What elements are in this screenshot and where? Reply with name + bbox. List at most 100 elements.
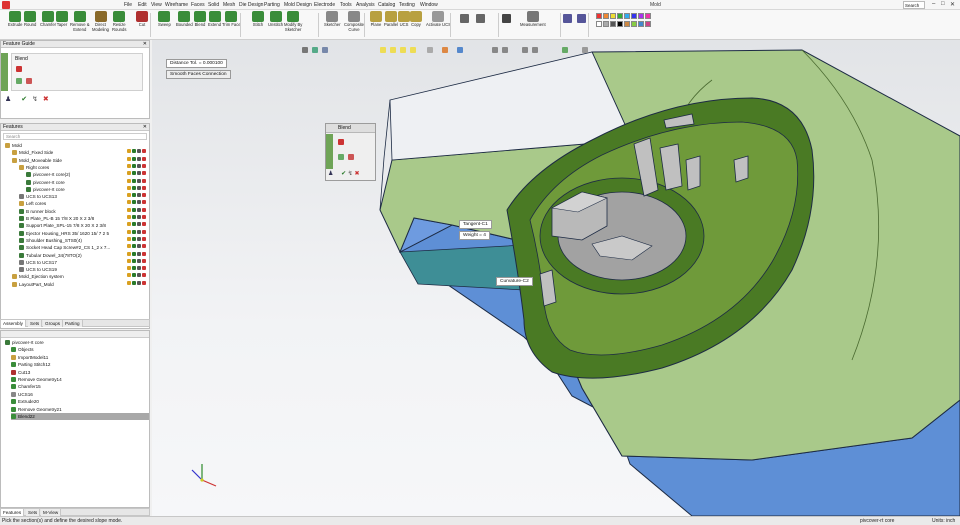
history-item[interactable]: ImportModel11 xyxy=(11,354,149,361)
menu-faces[interactable]: Faces xyxy=(191,2,205,8)
search-box[interactable]: Search xyxy=(903,1,925,9)
tab-features[interactable]: Features xyxy=(1,509,25,516)
feature-tree-item[interactable]: Mold xyxy=(5,142,149,149)
visibility-icons[interactable] xyxy=(127,178,147,186)
feature-tree-item[interactable]: Ejector Housing_HRS 35/ 1620 15/ 7 2 5 xyxy=(19,229,149,237)
feature-tree-item[interactable]: pivcover-rt core xyxy=(26,178,149,186)
menu-tools[interactable]: Tools xyxy=(340,2,352,8)
color-swatch[interactable] xyxy=(596,13,602,19)
menu-wireframe[interactable]: Wireframe xyxy=(165,2,188,8)
visibility-icons[interactable] xyxy=(127,200,147,207)
feature-tree-item[interactable]: B runner block xyxy=(19,207,149,215)
blend-section-pick-icon[interactable] xyxy=(338,139,344,145)
ribbon-button-0[interactable]: Extrude xyxy=(8,11,22,39)
rotate-icon[interactable] xyxy=(522,47,528,53)
light-bulb-icon-3[interactable] xyxy=(400,47,406,53)
menu-mold-design[interactable]: Mold Design xyxy=(284,2,312,8)
ribbon-button-6[interactable]: Resize Rounds xyxy=(112,11,126,39)
feature-tree-item[interactable]: Tubular Dowel_34(78TO(2) xyxy=(19,251,149,259)
ribbon-button-13[interactable]: Stitch xyxy=(252,11,264,39)
history-item[interactable]: Chamfer15 xyxy=(11,383,149,390)
history-item[interactable]: Remove Geometry21 xyxy=(11,406,149,413)
color-swatch[interactable] xyxy=(610,21,616,27)
smooth-faces-button[interactable]: Smooth Faces Connection xyxy=(166,70,231,79)
color-swatch[interactable] xyxy=(631,21,637,27)
visibility-icons[interactable] xyxy=(127,236,147,244)
visibility-icons[interactable] xyxy=(127,207,147,215)
ribbon-button-3[interactable]: Taper xyxy=(56,11,68,39)
blend-ok-icon[interactable]: ✔ xyxy=(341,171,346,177)
visibility-icons[interactable] xyxy=(127,156,147,164)
color-swatch[interactable] xyxy=(624,13,630,19)
feature-tree-item[interactable]: pivcover-rt core(2) xyxy=(26,171,149,178)
history-item[interactable]: Objects xyxy=(11,346,149,353)
ribbon-button-20[interactable]: UCS xyxy=(398,11,410,39)
menu-window[interactable]: Window xyxy=(420,2,438,8)
menu-analysis[interactable]: Analysis xyxy=(356,2,375,8)
ribbon-button-9[interactable]: Bounded xyxy=(176,11,193,39)
grid-icon[interactable] xyxy=(582,47,588,53)
history-item[interactable]: UCS16 xyxy=(11,391,149,398)
visibility-icons[interactable] xyxy=(127,266,147,273)
feature-tree-item[interactable]: Mold_Ejection system xyxy=(12,273,149,280)
ok-check-icon[interactable]: ✔ xyxy=(21,96,27,103)
color-swatch[interactable] xyxy=(645,13,651,19)
history-item[interactable]: Parting Stitch12 xyxy=(11,361,149,368)
features-search-input[interactable]: Search xyxy=(3,133,147,140)
history-item[interactable]: Blend22 xyxy=(11,413,149,420)
visibility-icons[interactable] xyxy=(127,251,147,259)
color-swatch[interactable] xyxy=(624,21,630,27)
ribbon-button-18[interactable]: Plane xyxy=(370,11,382,39)
history-item[interactable]: Cut13 xyxy=(11,369,149,376)
color-swatch[interactable] xyxy=(631,13,637,19)
ribbon-button-15[interactable]: Modify By Sketcher xyxy=(284,11,302,39)
menu-parting[interactable]: Parting xyxy=(264,2,280,8)
blend-settings-icon[interactable] xyxy=(348,154,354,160)
fit-view-icon[interactable] xyxy=(532,47,538,53)
visibility-icons[interactable] xyxy=(127,163,147,171)
view-mode-icon[interactable] xyxy=(302,47,308,53)
tab-parting[interactable]: Parting xyxy=(63,320,83,327)
section-icon[interactable] xyxy=(457,47,463,53)
zoom-icon[interactable] xyxy=(492,47,498,53)
pan-icon[interactable] xyxy=(502,47,508,53)
shading-icon[interactable] xyxy=(312,47,318,53)
feature-tree-item[interactable]: Socket Head Cap Screw#2_CS 1_2 x 7... xyxy=(19,244,149,251)
color-swatch[interactable] xyxy=(638,21,644,27)
menu-view[interactable]: View xyxy=(151,2,162,8)
blend-cancel-icon[interactable]: ✖ xyxy=(354,171,359,177)
menu-mesh[interactable]: Mesh xyxy=(223,2,235,8)
ribbon-button-10[interactable]: Blend xyxy=(194,11,206,39)
ribbon-button-14[interactable]: Unstitch xyxy=(268,11,283,39)
graphics-viewport[interactable]: Distance Tol. = 0.000100 Smooth Faces Co… xyxy=(152,40,960,516)
history-item[interactable]: Remove Geometry14 xyxy=(11,376,149,383)
tab-sets-history[interactable]: Sets xyxy=(26,509,41,516)
blend-person-icon[interactable]: ♟ xyxy=(328,171,333,177)
feature-tree-item[interactable]: UCS to UCS13 xyxy=(19,193,149,200)
tab-groups[interactable]: Groups xyxy=(43,320,64,327)
color-swatch[interactable] xyxy=(603,13,609,19)
color-swatch[interactable] xyxy=(638,13,644,19)
ribbon-button-7[interactable]: Cut xyxy=(136,11,148,39)
blend-options-icon[interactable] xyxy=(26,78,32,84)
menu-solid[interactable]: Solid xyxy=(208,2,219,8)
feature-tree-item[interactable]: UCS to UCS19 xyxy=(19,266,149,273)
menu-file[interactable]: File xyxy=(124,2,132,8)
feature-tree-item[interactable]: pivcover-rt core xyxy=(26,185,149,193)
color-swatch[interactable] xyxy=(603,21,609,27)
feature-tree-item[interactable]: UCS to UCS17 xyxy=(19,258,149,266)
feature-tree-item[interactable]: Mold_Fixed Side xyxy=(12,149,149,156)
history-item[interactable]: Extrude20 xyxy=(11,398,149,405)
ribbon-button-17[interactable]: Composite Curve xyxy=(344,11,364,39)
visibility-icons[interactable] xyxy=(127,280,147,288)
feature-tree-item[interactable]: LayoutPart_Mold xyxy=(12,280,149,288)
color-swatch[interactable] xyxy=(617,21,623,27)
menu-catalog[interactable]: Catalog xyxy=(378,2,395,8)
visibility-icons[interactable] xyxy=(127,222,147,229)
color-swatch[interactable] xyxy=(596,21,602,27)
feature-tree-item[interactable]: Mold_Moveable Side xyxy=(12,156,149,164)
guide-vertical-tab[interactable] xyxy=(1,53,8,91)
ribbon-button-23[interactable]: Measurement xyxy=(520,11,546,39)
display-icon[interactable] xyxy=(322,47,328,53)
visibility-icons[interactable] xyxy=(127,244,147,251)
